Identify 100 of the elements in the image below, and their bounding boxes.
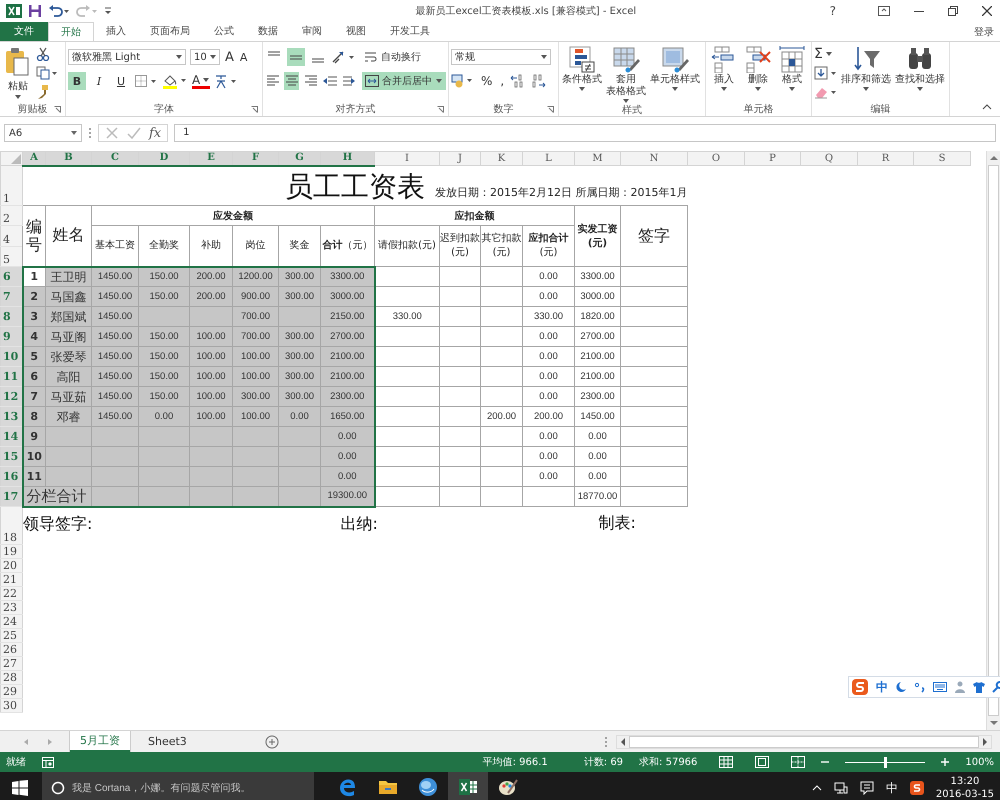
shirt-icon[interactable]: [973, 681, 985, 693]
fill-icon[interactable]: [814, 66, 838, 80]
column-header[interactable]: L: [522, 152, 574, 166]
format-painter-icon[interactable]: [36, 85, 50, 99]
table-button[interactable]: 套用 表格格式: [605, 45, 647, 103]
cortana-circle-icon[interactable]: [51, 781, 65, 795]
shrink-font-button[interactable]: A: [238, 50, 248, 64]
row-header[interactable]: 26: [0, 642, 22, 656]
macro-record-icon[interactable]: [42, 756, 54, 768]
row-header[interactable]: 25: [0, 628, 22, 642]
copy-icon[interactable]: [36, 66, 58, 80]
column-header[interactable]: M: [574, 152, 620, 166]
row-header[interactable]: 14: [0, 426, 22, 446]
close-icon[interactable]: [982, 6, 992, 16]
font-style-button[interactable]: B: [68, 72, 86, 90]
punctuation-icon[interactable]: [914, 681, 926, 693]
cell-button[interactable]: 单元格样式: [649, 45, 701, 103]
number-format-dropdown[interactable]: 常规: [451, 49, 551, 65]
eraser-icon[interactable]: [814, 85, 838, 99]
column-header[interactable]: H: [320, 152, 374, 166]
keyboard-icon[interactable]: [933, 681, 947, 693]
collapse-ribbon-icon[interactable]: [982, 104, 992, 110]
customize-caret-icon[interactable]: [104, 6, 112, 16]
row-header[interactable]: 20: [0, 558, 22, 572]
row-header[interactable]: 23: [0, 600, 22, 614]
new-sheet-icon[interactable]: [264, 734, 279, 748]
row-header[interactable]: 13: [0, 406, 22, 426]
find-select-button[interactable]: 查找和选择: [894, 45, 946, 101]
column-header[interactable]: P: [744, 152, 800, 166]
merge-center-button[interactable]: 合并后居中: [362, 72, 446, 90]
undo-icon[interactable]: [48, 4, 70, 18]
borders-icon[interactable]: [134, 74, 158, 88]
ribbon-tab[interactable]: 公式: [202, 22, 246, 41]
ribbon-tab[interactable]: 视图: [334, 22, 378, 41]
scroll-up-icon[interactable]: [988, 154, 998, 162]
row-header[interactable]: 15: [0, 446, 22, 466]
column-header[interactable]: G: [278, 152, 320, 166]
column-header[interactable]: Q: [800, 152, 858, 166]
notification-icon[interactable]: [860, 781, 874, 795]
scroll-right-icon[interactable]: [981, 736, 989, 746]
delete-button[interactable]: 删除: [742, 45, 774, 101]
row-header[interactable]: 2: [0, 206, 22, 226]
row-header[interactable]: 24: [0, 614, 22, 628]
column-header[interactable]: D: [138, 152, 190, 166]
text-orientation-icon[interactable]: [331, 50, 357, 64]
ime-mode-button[interactable]: 中: [876, 678, 888, 696]
column-header[interactable]: C: [92, 152, 138, 166]
dialog-launcher-icon[interactable]: [437, 106, 444, 113]
row-header[interactable]: 11: [0, 366, 22, 386]
zoom-slider[interactable]: [884, 756, 888, 768]
ribbon-tab[interactable]: 数据: [246, 22, 290, 41]
horizontal-scrollbar[interactable]: [616, 734, 992, 748]
sogou-logo-icon[interactable]: [851, 678, 869, 696]
autosum-button[interactable]: Σ: [814, 47, 838, 61]
font-style-button[interactable]: I: [90, 72, 108, 90]
insert-button[interactable]: 插入: [708, 45, 740, 101]
scissors-icon[interactable]: [36, 47, 50, 61]
row-header[interactable]: 29: [0, 684, 22, 698]
row-header[interactable]: 21: [0, 572, 22, 586]
row-header[interactable]: 17: [0, 486, 22, 506]
row-header[interactable]: 27: [0, 656, 22, 670]
paste-button[interactable]: 粘贴: [2, 45, 34, 101]
column-header[interactable]: I: [374, 152, 440, 166]
font-color-button[interactable]: A: [192, 74, 210, 88]
zoom-level[interactable]: 100%: [965, 756, 994, 768]
row-header[interactable]: 9: [0, 326, 22, 346]
sheet-tab[interactable]: Sheet3: [138, 733, 197, 750]
name-box[interactable]: A6: [4, 124, 82, 142]
sheet-tab[interactable]: 5月工资: [70, 731, 130, 752]
row-header[interactable]: 16: [0, 466, 22, 486]
row-header[interactable]: 19: [0, 544, 22, 558]
font-size-dropdown[interactable]: 10: [190, 49, 220, 65]
row-header[interactable]: 4: [0, 226, 22, 246]
row-header[interactable]: 12: [0, 386, 22, 406]
column-header[interactable]: E: [190, 152, 232, 166]
input-mode-indicator[interactable]: 中: [886, 780, 898, 796]
row-header[interactable]: 28: [0, 670, 22, 684]
show-hidden-icons-icon[interactable]: [812, 784, 822, 792]
ribbon-tab[interactable]: 审阅: [290, 22, 334, 41]
page-break-icon[interactable]: [791, 756, 806, 768]
phonetic-guide-icon[interactable]: [214, 73, 238, 89]
row-header[interactable]: 7: [0, 286, 22, 306]
row-header[interactable]: 1: [0, 166, 22, 206]
dialog-launcher-icon[interactable]: [54, 106, 61, 113]
sogou-tray-icon[interactable]: [910, 781, 924, 795]
fill-color-icon[interactable]: [162, 73, 188, 89]
column-header[interactable]: A: [22, 152, 46, 166]
horizontal-align-button[interactable]: [284, 72, 299, 90]
row-header[interactable]: 5: [0, 246, 22, 266]
row-header[interactable]: 18: [0, 506, 22, 544]
grow-font-button[interactable]: A: [224, 50, 235, 64]
font-name-dropdown[interactable]: 微软雅黑 Light: [68, 49, 186, 65]
page-layout-icon[interactable]: [755, 756, 770, 768]
column-header[interactable]: R: [858, 152, 914, 166]
dialog-launcher-icon[interactable]: [547, 106, 554, 113]
formula-input[interactable]: 1: [174, 124, 996, 142]
vertical-align-button[interactable]: [287, 48, 305, 66]
row-header[interactable]: 30: [0, 698, 22, 712]
font-style-button[interactable]: U: [112, 72, 130, 90]
normal-view-icon[interactable]: [719, 756, 734, 768]
